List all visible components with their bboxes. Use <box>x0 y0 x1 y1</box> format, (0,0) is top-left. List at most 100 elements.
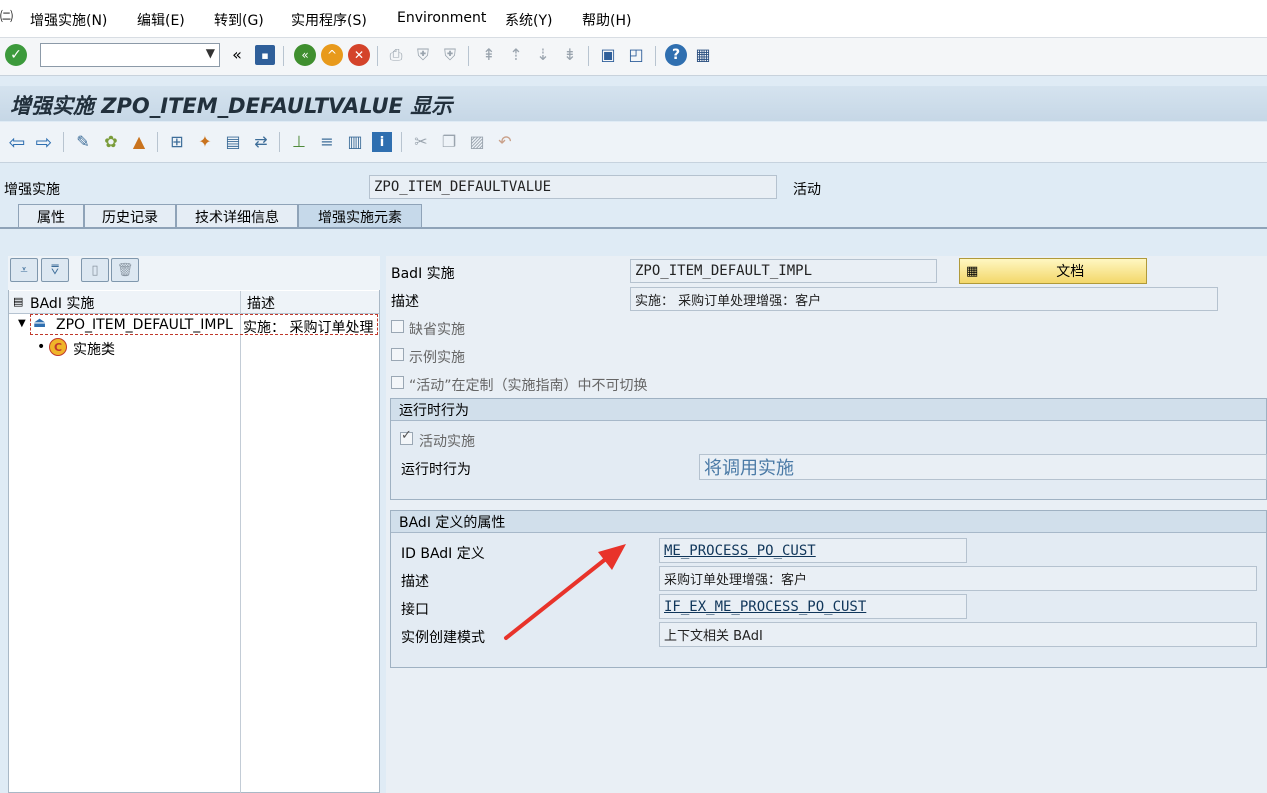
magic-wand-icon[interactable]: ✦ <box>194 132 216 152</box>
paste-icon[interactable]: ▨ <box>466 132 488 152</box>
menu-icon[interactable]: ㈡ <box>0 6 13 25</box>
id-badi-def-field[interactable]: ME_PROCESS_PO_CUST <box>659 538 967 563</box>
info-icon[interactable]: i <box>372 132 392 152</box>
runtime-behavior-label: 运行时行为 <box>401 462 471 478</box>
badi-impl-icon: ⏏ <box>33 315 47 331</box>
default-impl-label: 缺省实施 <box>409 322 465 338</box>
separator <box>655 46 656 66</box>
back-icon[interactable]: « <box>294 44 316 66</box>
menu-edit[interactable]: 编辑(E) <box>137 10 185 30</box>
runtime-behavior-field[interactable]: 将调用实施 <box>699 454 1267 480</box>
runtime-group-title: 运行时行为 <box>391 399 1266 421</box>
column-divider <box>240 291 241 793</box>
collapse-all-icon[interactable]: ⩢ <box>41 258 69 282</box>
system-toolbar: ✓ ▼ « ▪ « ^ ✕ ⎙ ⛨ ⛨ ⇞ ⇡ ⇣ ⇟ ▣ ◰ ? ▦ <box>0 38 1267 76</box>
print-icon[interactable]: ⎙ <box>386 45 406 65</box>
tab-strip-line <box>0 227 1267 229</box>
interface-value[interactable]: IF_EX_ME_PROCESS_PO_CUST <box>664 599 866 615</box>
shortcut-icon[interactable]: ◰ <box>626 45 646 65</box>
runtime-group: 运行时行为 <box>390 398 1267 500</box>
new-session-icon[interactable]: ▣ <box>598 45 618 65</box>
default-impl-checkbox[interactable] <box>391 320 404 333</box>
undo-icon[interactable]: ↶ <box>494 132 516 152</box>
last-page-icon[interactable]: ⇟ <box>560 45 580 65</box>
active-switch-checkbox[interactable] <box>391 376 404 389</box>
instance-mode-field[interactable]: 上下文相关 BAdI <box>659 622 1257 647</box>
display-object-list-icon[interactable]: ▤ <box>222 132 244 152</box>
exit-icon[interactable]: ^ <box>321 44 343 66</box>
badi-definition-group-title: BAdI 定义的属性 <box>391 511 1266 533</box>
find-next-icon[interactable]: ⛨ <box>440 45 460 65</box>
description-field[interactable]: 实施： 采购订单处理增强：客户 <box>630 287 1218 311</box>
expand-all-icon[interactable]: ⩡ <box>10 258 38 282</box>
tree-node-label[interactable]: ZPO_ITEM_DEFAULT_IMPL <box>56 317 233 333</box>
bullet-icon: • <box>37 339 46 355</box>
find-icon[interactable]: ⛨ <box>413 45 433 65</box>
class-icon: C <box>49 338 67 356</box>
tab-technical-details[interactable]: 技术详细信息 <box>176 204 298 228</box>
id-badi-def-label: ID BAdI 定义 <box>401 546 485 562</box>
help-icon[interactable]: ? <box>665 44 687 66</box>
tree-col-description: 描述 <box>247 296 275 312</box>
stack-icon[interactable]: ≡ <box>316 132 338 152</box>
documentation-button[interactable]: ▦ 文档 <box>959 258 1147 284</box>
menu-environment[interactable]: Environment <box>397 10 486 26</box>
cut-icon[interactable]: ✂ <box>410 132 432 152</box>
copy-icon[interactable]: ❐ <box>438 132 460 152</box>
hierarchy-icon[interactable]: ⊥ <box>288 132 310 152</box>
doc-icon: ▦ <box>966 263 979 279</box>
expand-arrow-icon[interactable]: ▼ <box>18 318 26 329</box>
activate-icon[interactable]: ▲ <box>128 132 150 152</box>
menu-bar: ㈡ 增强实施(N) 编辑(E) 转到(G) 实用程序(S) Environmen… <box>0 0 1267 38</box>
menu-help[interactable]: 帮助(H) <box>582 10 631 30</box>
where-used-icon[interactable]: ⊞ <box>166 132 188 152</box>
enhancement-impl-field[interactable]: ZPO_ITEM_DEFAULTVALUE <box>369 175 777 199</box>
example-impl-checkbox[interactable] <box>391 348 404 361</box>
annotation-arrow-head <box>598 544 626 570</box>
id-badi-def-value[interactable]: ME_PROCESS_PO_CUST <box>664 543 816 559</box>
enter-icon[interactable]: ✓ <box>5 44 27 66</box>
status-label: 活动 <box>793 182 821 198</box>
cancel-icon[interactable]: ✕ <box>348 44 370 66</box>
page-title: 增强实施 ZPO_ITEM_DEFAULTVALUE 显示 <box>10 94 453 118</box>
enhancement-impl-label: 增强实施 <box>4 182 60 198</box>
tree-toolbar: ⩡ ⩢ ▯ 🗑 <box>8 256 380 290</box>
tree-col-badi-impl: BAdI 实施 <box>30 296 95 312</box>
new-document-icon[interactable]: ▯ <box>81 258 109 282</box>
separator <box>157 132 158 152</box>
tab-history[interactable]: 历史记录 <box>84 204 176 228</box>
menu-utilities[interactable]: 实用程序(S) <box>291 10 367 30</box>
badi-impl-field[interactable]: ZPO_ITEM_DEFAULT_IMPL <box>630 259 937 283</box>
command-field[interactable]: ▼ <box>40 43 220 67</box>
menu-enhancement-impl[interactable]: 增强实施(N) <box>30 10 107 30</box>
next-page-icon[interactable]: ⇣ <box>533 45 553 65</box>
first-page-icon[interactable]: ⇞ <box>479 45 499 65</box>
display-change-icon[interactable]: ✎ <box>72 132 94 152</box>
other-object-icon[interactable]: ✿ <box>100 132 122 152</box>
tab-impl-elements[interactable]: 增强实施元素 <box>298 204 422 228</box>
def-description-label: 描述 <box>401 574 429 590</box>
separator <box>588 46 589 66</box>
transfer-icon[interactable]: ⇄ <box>250 132 272 152</box>
prev-page-icon[interactable]: ⇡ <box>506 45 526 65</box>
list-icon[interactable]: ▥ <box>344 132 366 152</box>
save-icon[interactable]: ▪ <box>255 45 275 65</box>
separator <box>63 132 64 152</box>
collapse-icon[interactable]: « <box>229 46 245 64</box>
layout-icon[interactable]: ▦ <box>693 44 713 66</box>
def-description-field[interactable]: 采购订单处理增强：客户 <box>659 566 1257 591</box>
menu-system[interactable]: 系统(Y) <box>505 10 552 30</box>
badi-impl-label: BadI 实施 <box>391 266 455 282</box>
tree-header: ▤ BAdI 实施 描述 <box>9 291 379 314</box>
tree-node-desc: 实施： 采购订单处理 <box>243 320 374 336</box>
arrow-right-icon[interactable]: ⇨ <box>33 132 55 152</box>
arrow-left-icon[interactable]: ⇦ <box>6 132 28 152</box>
delete-icon[interactable]: 🗑 <box>111 258 139 282</box>
tree-column-icon: ▤ <box>13 295 24 308</box>
tab-attributes[interactable]: 属性 <box>18 204 84 228</box>
interface-field[interactable]: IF_EX_ME_PROCESS_PO_CUST <box>659 594 967 619</box>
chevron-down-icon[interactable]: ▼ <box>206 46 215 60</box>
menu-goto[interactable]: 转到(G) <box>214 10 264 30</box>
tree-node-impl-class[interactable]: 实施类 <box>73 339 115 359</box>
separator <box>401 132 402 152</box>
